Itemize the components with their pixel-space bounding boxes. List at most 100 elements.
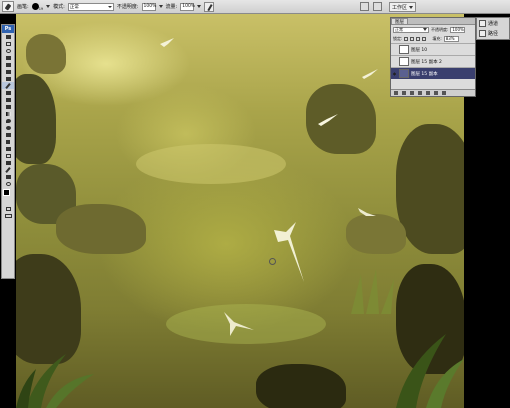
mode-select[interactable]: 正常 — [67, 2, 114, 11]
toolbox: Ps — [1, 24, 15, 279]
fill-input[interactable]: 83% — [443, 35, 459, 42]
foreground-plant — [16, 354, 94, 408]
magic-wand-tool-icon[interactable] — [2, 54, 14, 61]
flow-slider-icon[interactable] — [197, 5, 202, 8]
brush-cursor-icon — [269, 258, 276, 265]
eyedropper-tool-icon[interactable] — [2, 166, 14, 173]
layer-opacity-input[interactable]: 100% — [450, 26, 466, 33]
grass-tuft — [351, 269, 394, 314]
stamp-tool-icon[interactable] — [2, 89, 14, 96]
layer-row[interactable]: 图层 10 — [391, 43, 475, 55]
tool-preset-picker[interactable] — [2, 1, 14, 12]
rock — [346, 214, 406, 254]
bridge-icon[interactable] — [360, 2, 369, 11]
zoom-tool-icon[interactable] — [2, 180, 14, 187]
layer-mask-icon[interactable] — [410, 91, 414, 95]
flow-value: 100% — [182, 4, 196, 9]
channels-icon — [479, 20, 486, 27]
brush-tool-icon[interactable] — [2, 82, 14, 89]
move-tool-icon[interactable] — [2, 33, 14, 40]
dock-item-label: 路径 — [488, 31, 499, 37]
opacity-input[interactable]: 100% — [141, 2, 157, 11]
shape-tool-icon[interactable] — [2, 152, 14, 159]
color-swatches — [2, 187, 14, 205]
new-layer-icon[interactable] — [434, 91, 438, 95]
blend-mode-select[interactable]: 正常 — [393, 26, 429, 33]
crop-tool-icon[interactable] — [2, 61, 14, 68]
opacity-value: 100% — [143, 4, 157, 9]
mode-label: 模式: — [53, 4, 65, 10]
quick-mask-icon[interactable] — [2, 205, 14, 212]
brush-picker-arrow-icon[interactable] — [46, 5, 51, 8]
blend-row: 正常 不透明度: 100% — [391, 25, 475, 34]
type-tool-icon[interactable] — [2, 138, 14, 145]
visibility-toggle-icon[interactable] — [392, 48, 397, 52]
rock — [306, 84, 376, 154]
healing-tool-icon[interactable] — [2, 75, 14, 82]
link-layers-icon[interactable] — [394, 91, 398, 95]
palette-well-icon[interactable] — [373, 2, 382, 11]
layer-thumbnail — [399, 57, 409, 66]
layer-opacity-label: 不透明度: — [431, 26, 449, 32]
lock-transparency-icon[interactable] — [404, 36, 409, 41]
layer-row[interactable]: 图层 15 副本 2 — [391, 55, 475, 67]
fill-value: 83% — [445, 36, 455, 41]
hand-tool-icon[interactable] — [2, 173, 14, 180]
rock — [56, 204, 146, 254]
bird — [318, 114, 338, 126]
airbrush-icon[interactable] — [204, 1, 215, 12]
bar-icons — [360, 2, 382, 11]
history-brush-tool-icon[interactable] — [2, 96, 14, 103]
visibility-toggle-icon[interactable] — [392, 60, 397, 64]
opacity-slider-icon[interactable] — [158, 5, 163, 8]
blend-mode-value: 正常 — [395, 26, 403, 32]
brush-preview-icon[interactable] — [31, 3, 39, 10]
lock-pixels-icon[interactable] — [410, 36, 415, 41]
workspace-label: 工作区 — [392, 4, 408, 11]
layers-footer — [391, 89, 475, 96]
layer-style-icon[interactable] — [402, 91, 406, 95]
app-logo: Ps — [2, 25, 14, 33]
eraser-tool-icon[interactable] — [2, 103, 14, 110]
fill-label: 填充: — [432, 35, 442, 41]
bird — [160, 38, 174, 47]
rock — [256, 364, 346, 408]
blur-tool-icon[interactable] — [2, 117, 14, 124]
workspace-button[interactable]: 工作区 — [389, 2, 417, 12]
slice-tool-icon[interactable] — [2, 68, 14, 75]
chevron-down-icon — [107, 5, 112, 8]
gradient-tool-icon[interactable] — [2, 110, 14, 117]
marquee-tool-icon[interactable] — [2, 40, 14, 47]
layer-row-active[interactable]: 图层 15 副本 — [391, 67, 475, 79]
dock-item-channels[interactable]: 通道 — [479, 20, 507, 27]
lock-position-icon[interactable] — [416, 36, 421, 41]
opacity-label: 不透明度: — [116, 4, 139, 10]
lock-label: 锁定: — [393, 35, 403, 41]
tab-layers[interactable]: 图层 — [391, 18, 408, 25]
flow-input[interactable]: 100% — [180, 2, 196, 11]
delete-layer-icon[interactable] — [442, 91, 446, 95]
lasso-tool-icon[interactable] — [2, 47, 14, 54]
layer-name: 图层 15 副本 2 — [411, 59, 442, 65]
dock-item-label: 通道 — [488, 21, 499, 27]
flow-label: 流量: — [165, 4, 178, 10]
adjustment-layer-icon[interactable] — [418, 91, 422, 95]
brush-label: 画笔: — [17, 4, 29, 10]
brush-size: 19 — [38, 7, 44, 11]
notes-tool-icon[interactable] — [2, 159, 14, 166]
bird — [362, 69, 378, 79]
pen-tool-icon[interactable] — [2, 131, 14, 138]
chevron-down-icon — [409, 5, 414, 9]
dodge-tool-icon[interactable] — [2, 124, 14, 131]
dock-panel: 通道 路径 — [476, 17, 510, 40]
dock-item-paths[interactable]: 路径 — [479, 30, 507, 37]
foreground-color-swatch[interactable] — [3, 189, 10, 196]
screen-mode-icon[interactable] — [2, 212, 14, 219]
foreground-plant — [396, 334, 464, 408]
path-select-tool-icon[interactable] — [2, 145, 14, 152]
eye-icon[interactable] — [392, 71, 397, 76]
lock-all-icon[interactable] — [422, 36, 427, 41]
paths-icon — [479, 30, 486, 37]
group-icon[interactable] — [426, 91, 430, 95]
bird — [224, 312, 254, 336]
